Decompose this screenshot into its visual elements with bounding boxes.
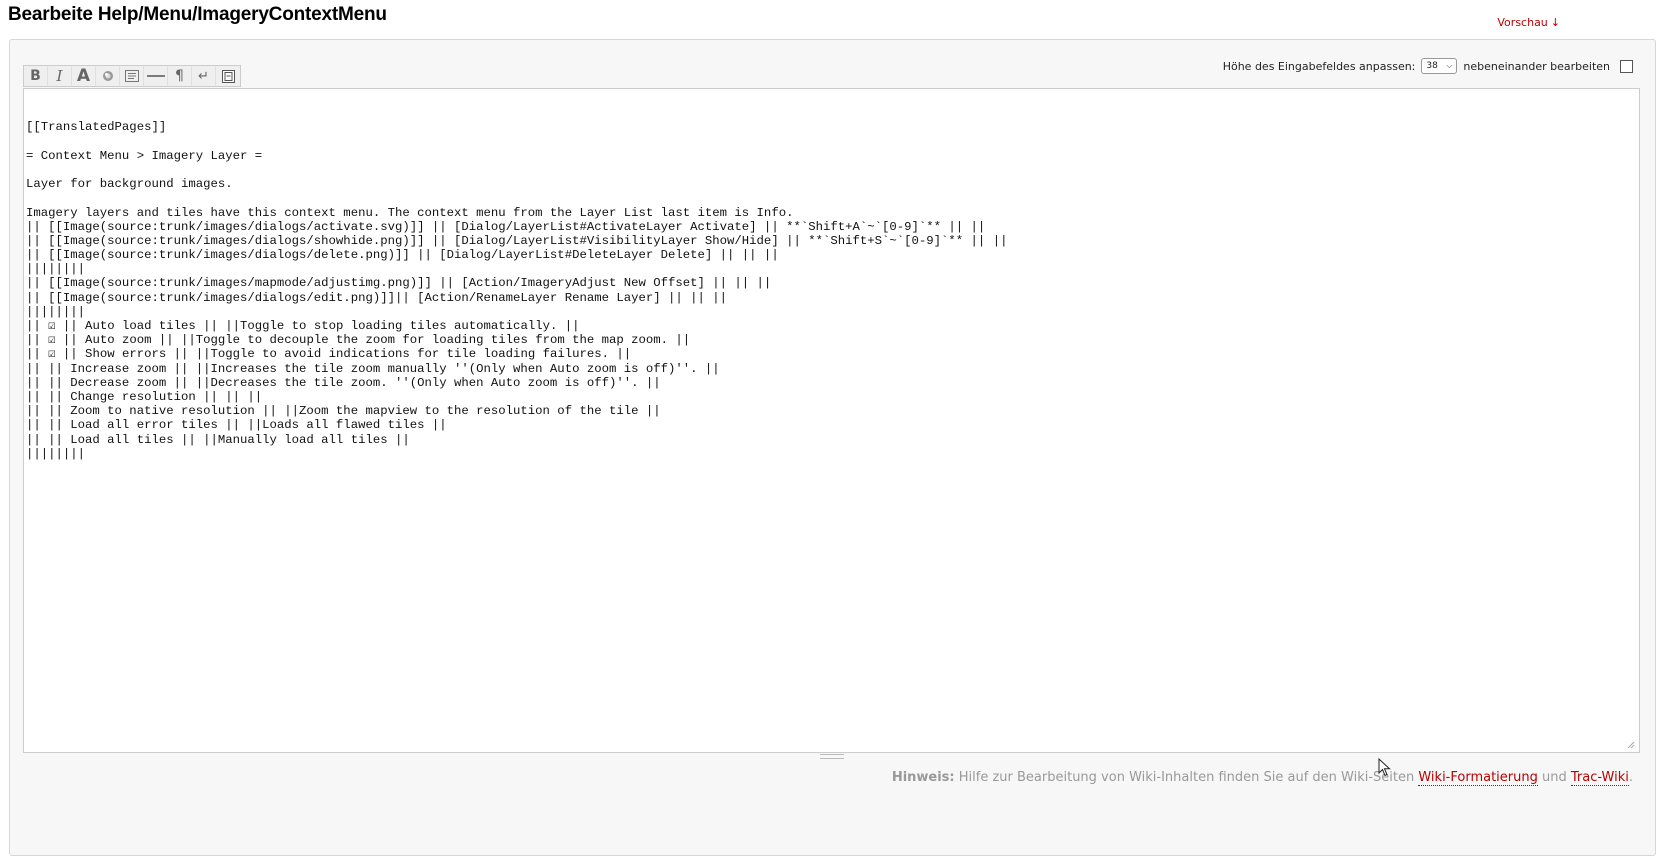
side-by-side-label: nebeneinander bearbeiten xyxy=(1463,59,1610,73)
editor-line: || || Change resolution || || || xyxy=(26,389,263,404)
height-value: 38 xyxy=(1426,61,1438,71)
editor-line: |||||||| xyxy=(26,446,86,461)
wiki-text-editor[interactable]: [[TranslatedPages]] = Context Menu > Imag… xyxy=(23,88,1640,753)
code-block-icon xyxy=(124,70,139,82)
preview-link[interactable]: Vorschau ↓ xyxy=(1497,16,1560,29)
hint-text: Hilfe zur Bearbeitung von Wiki-Inhalten … xyxy=(954,770,1419,785)
editor-options: Höhe des Eingabefeldes anpassen: 38 ⌵ ne… xyxy=(1223,58,1633,74)
editor-line: || || Increase zoom || ||Increases the t… xyxy=(26,361,720,376)
hint-label: Hinweis: xyxy=(891,770,955,785)
editor-line: || [[Image(source:trunk/images/dialogs/s… xyxy=(26,233,1008,248)
bold-icon: B xyxy=(30,68,41,84)
editor-line: || || Zoom to native resolution || ||Zoo… xyxy=(26,404,661,419)
heading-icon: A xyxy=(76,66,91,86)
side-by-side-checkbox[interactable] xyxy=(1620,59,1633,73)
edit-form: Höhe des Eingabefeldes anpassen: 38 ⌵ ne… xyxy=(9,39,1656,856)
paragraph-button[interactable]: ¶ xyxy=(168,66,192,86)
editor-line: = Context Menu > Imagery Layer = xyxy=(26,148,263,163)
height-label: Höhe des Eingabefeldes anpassen: xyxy=(1222,59,1416,73)
editor-line: || [[Image(source:trunk/images/dialogs/a… xyxy=(26,219,986,234)
hint-end: . xyxy=(1628,770,1633,785)
editor-line: || || Load all tiles || ||Manually load … xyxy=(26,432,410,447)
arrow-down-icon: ↓ xyxy=(1550,16,1560,29)
page-title: Bearbeite Help/Menu/ImageryContextMenu xyxy=(8,4,387,25)
trac-wiki-link[interactable]: Trac-Wiki xyxy=(1570,770,1629,786)
editor-line: || [[Image(source:trunk/images/dialogs/d… xyxy=(26,248,779,263)
wiki-formatting-link[interactable]: Wiki-Formatierung xyxy=(1418,770,1538,786)
wiki-toolbar: B I A ¶ ↵ xyxy=(23,65,241,87)
code-block-button[interactable] xyxy=(120,66,144,86)
editor-line: || ☑ || Show errors || ||Toggle to avoid… xyxy=(26,347,632,362)
mouse-cursor-icon xyxy=(1378,758,1391,777)
height-select[interactable]: 38 ⌵ xyxy=(1421,58,1458,74)
link-button[interactable] xyxy=(96,66,120,86)
paragraph-icon: ¶ xyxy=(175,68,184,84)
hint-between: und xyxy=(1537,770,1571,785)
image-button[interactable] xyxy=(216,66,240,86)
heading-button[interactable]: A xyxy=(72,66,96,86)
editor-line: || ☑ || Auto load tiles || ||Toggle to s… xyxy=(26,319,580,334)
link-icon xyxy=(102,70,114,82)
editor-line: |||||||| xyxy=(26,304,86,319)
help-hint: Hinweis: Hilfe zur Bearbeitung von Wiki-… xyxy=(891,770,1633,786)
italic-button[interactable]: I xyxy=(48,66,72,86)
textarea-drag-handle[interactable] xyxy=(23,753,1640,759)
resize-grip-icon[interactable] xyxy=(1627,741,1635,749)
horizontal-rule-button[interactable] xyxy=(144,66,168,86)
chevron-down-icon: ⌵ xyxy=(1446,61,1453,70)
editor-line: || || Decrease zoom || ||Decreases the t… xyxy=(26,375,661,390)
editor-line: |||||||| xyxy=(26,262,86,277)
editor-line: || [[Image(source:trunk/images/dialogs/e… xyxy=(26,290,728,305)
italic-icon: I xyxy=(56,67,63,85)
preview-label: Vorschau xyxy=(1497,16,1548,29)
editor-line: || [[Image(source:trunk/images/mapmode/a… xyxy=(26,276,772,291)
image-icon xyxy=(221,69,235,83)
editor-line: Layer for background images. xyxy=(26,177,233,192)
line-break-button[interactable]: ↵ xyxy=(192,66,216,86)
editor-line: [[TranslatedPages]] xyxy=(26,120,167,135)
editor-line: || ☑ || Auto zoom || ||Toggle to decoupl… xyxy=(26,333,691,348)
editor-line: || || Load all error tiles || ||Loads al… xyxy=(26,418,447,433)
bold-button[interactable]: B xyxy=(24,66,48,86)
line-break-icon: ↵ xyxy=(198,68,209,84)
horizontal-rule-icon xyxy=(146,74,165,78)
editor-line: Imagery layers and tiles have this conte… xyxy=(26,205,794,220)
